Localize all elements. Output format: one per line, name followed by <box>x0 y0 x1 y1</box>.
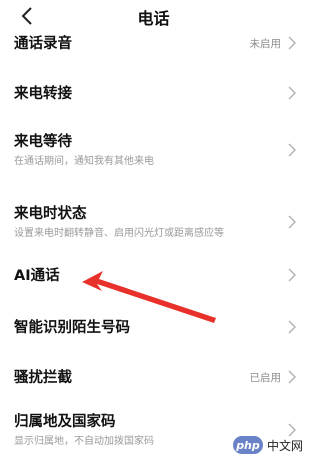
list-item-call-forwarding[interactable]: 来电转接 <box>0 78 307 114</box>
status-text: 未启用 <box>249 38 282 50</box>
list-item-subtitle: 在通话期间，通知我有其他来电 <box>14 156 154 167</box>
list-item-call-waiting[interactable]: 来电等待 在通话期间，通知我有其他来电 <box>0 128 307 172</box>
status-text: 已启用 <box>249 372 282 384</box>
page-title: 电话 <box>137 9 170 28</box>
chevron-right-icon <box>288 86 297 100</box>
list-item-label: 来电等待 <box>14 134 72 150</box>
watermark-logo: php <box>232 436 263 454</box>
list-item-call-recording[interactable]: 通话录音 未启用 <box>0 28 307 56</box>
list-item-subtitle: 设置来电时翻转静音、启用闪光灯或距离感应等 <box>14 228 224 239</box>
list-item-label: 骚扰拦截 <box>14 370 72 386</box>
chevron-right-icon <box>288 320 297 334</box>
list-item-label: 智能识别陌生号码 <box>14 320 130 336</box>
list-item-spam-blocking[interactable]: 骚扰拦截 已启用 <box>0 362 307 398</box>
list-item-smart-stranger-id[interactable]: 智能识别陌生号码 <box>0 312 307 348</box>
watermark: php 中文网 <box>232 436 303 454</box>
list-item-label: 来电时状态 <box>14 206 87 222</box>
list-item-ai-call[interactable]: AI通话 <box>0 260 307 296</box>
chevron-right-icon <box>288 370 297 384</box>
chevron-right-icon <box>288 215 297 229</box>
chevron-right-icon <box>288 143 297 157</box>
top-bar: 电话 <box>0 0 307 32</box>
list-item-label: 通话录音 <box>14 36 72 52</box>
chevron-right-icon <box>288 423 297 437</box>
list-item-incoming-call-status[interactable]: 来电时状态 设置来电时翻转静音、启用闪光灯或距离感应等 <box>0 200 307 244</box>
watermark-text: 中文网 <box>266 438 303 453</box>
list-item-label: 归属地及国家码 <box>14 414 116 430</box>
chevron-right-icon <box>288 268 297 282</box>
list-item-label: AI通话 <box>14 268 60 284</box>
list-item-label: 来电转接 <box>14 86 72 102</box>
chevron-right-icon <box>288 36 297 50</box>
list-item-subtitle: 显示归属地，不自动加拨国家码 <box>14 436 154 447</box>
